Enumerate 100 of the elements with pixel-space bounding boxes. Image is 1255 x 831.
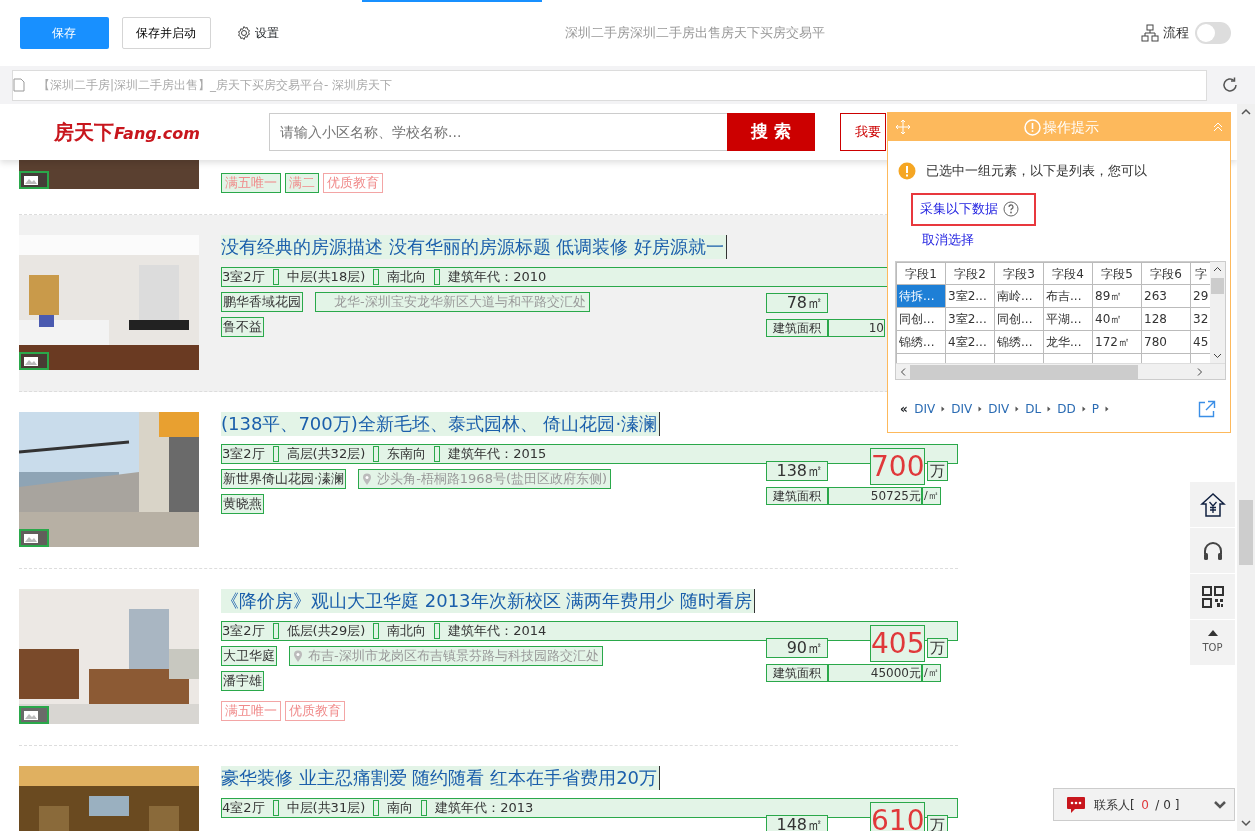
community-name[interactable]: 新世界倚山花园·溱澜 (221, 469, 347, 489)
location-pin-icon (362, 472, 373, 486)
flow-toggle[interactable] (1195, 22, 1231, 44)
headphones-button[interactable] (1190, 528, 1235, 573)
area-label: 建筑面积 (766, 487, 828, 505)
table-cell[interactable]: 3室2... (945, 284, 995, 308)
listing-attribute: 东南向 (387, 445, 428, 463)
listing-attribute: 4室2厅 (222, 799, 266, 817)
location-pin-icon (293, 649, 303, 663)
column-header: 字段5 (1092, 262, 1142, 285)
unit-price: 50725元 (828, 487, 922, 505)
headphones-icon (1201, 539, 1224, 562)
scrollbar-thumb[interactable] (910, 364, 1138, 379)
save-and-start-button[interactable]: 保存并启动 (121, 17, 211, 49)
info-icon (1023, 118, 1041, 136)
listing-title[interactable]: (138平、700万)全新毛坯、泰式园林、 倚山花园·溱澜 (221, 412, 661, 436)
table-cell[interactable]: 平湖... (1043, 307, 1093, 331)
table-cell[interactable]: 南岭... (994, 284, 1044, 308)
total-price: 610 (870, 802, 925, 831)
listing-title[interactable]: 《降价房》观山大卫华庭 2013年次新校区 满两年费用少 随时看房 (221, 589, 755, 613)
breadcrumb-back[interactable]: « (900, 400, 908, 418)
listing-tag: 优质教育 (285, 701, 345, 721)
breadcrumb-item[interactable]: DD (1057, 400, 1076, 418)
table-cell[interactable]: 40㎡ (1092, 307, 1142, 331)
listing-attribute: 南北向 (387, 622, 428, 640)
caret-icon (1015, 406, 1020, 412)
chat-icon (1066, 795, 1086, 814)
breadcrumb-item[interactable]: DL (1025, 400, 1042, 418)
warning-icon (898, 161, 916, 180)
agent-name[interactable]: 鲁不益 (221, 317, 264, 337)
table-cell[interactable]: 锦绣... (994, 330, 1044, 354)
tip-message: 已选中一组元素，以下是列表，您可以 (926, 162, 1147, 180)
caret-icon (978, 406, 983, 412)
table-cell[interactable]: 待拆... (896, 284, 946, 308)
settings-button[interactable]: 设置 (234, 23, 280, 43)
community-name[interactable]: 大卫华庭 (221, 646, 277, 666)
listing-tag: 满二 (285, 173, 319, 193)
community-address: 布吉-深圳市龙岗区布吉镇景芬路与科技园路交汇处 (289, 646, 603, 666)
caret-icon (1104, 406, 1109, 412)
yen-house-button[interactable] (1190, 482, 1235, 527)
column-header: 字段2 (945, 262, 995, 285)
scrollbar-thumb[interactable] (1239, 500, 1253, 565)
agent-name[interactable]: 潘宇雄 (221, 671, 264, 691)
table-cell[interactable]: 780 (1141, 330, 1191, 354)
community-name[interactable]: 鹏华香域花园 (221, 292, 303, 312)
scrollbar-thumb[interactable] (1211, 278, 1224, 294)
listing-title[interactable]: 豪华装修 业主忍痛割爱 随约随看 红本在手省费用20万 (221, 766, 661, 790)
listing-attribute: 建筑年代：2013 (435, 799, 535, 817)
listing-attribute: 3室2厅 (222, 268, 266, 286)
cancel-selection-link[interactable]: 取消选择 (922, 231, 974, 247)
page-title: 深圳二手房深圳二手房出售房天下买房交易平 (564, 24, 825, 43)
qr-code-icon (1201, 585, 1224, 608)
contact-label: 联系人[ (1094, 796, 1135, 814)
price-unit: 万 (927, 638, 948, 658)
search-button[interactable]: 搜 索 (727, 113, 815, 151)
listing-title[interactable]: 没有经典的房源描述 没有华丽的房源标题 低调装修 好房源就一 (221, 235, 728, 259)
help-icon[interactable] (1002, 201, 1019, 217)
contact-bar[interactable]: 联系人[ 0 / 0 ] (1053, 788, 1235, 821)
table-cell[interactable]: 龙华... (1043, 330, 1093, 354)
breadcrumb-item[interactable]: DIV (951, 400, 973, 418)
flowchart-icon (1141, 24, 1160, 42)
collect-data-link[interactable]: 采集以下数据 (919, 199, 998, 219)
table-cell[interactable]: 锦绣... (896, 330, 946, 354)
caret-icon (1207, 630, 1218, 637)
unit-price: 10 (828, 319, 885, 337)
table-cell[interactable]: 89㎡ (1092, 284, 1142, 308)
listing-attribute: 建筑年代：2014 (448, 622, 548, 640)
table-cell[interactable]: 布吉... (1043, 284, 1093, 308)
external-link-icon[interactable] (1198, 400, 1216, 418)
scrollbar[interactable] (1237, 104, 1255, 831)
table-cell[interactable]: 4室2... (945, 330, 995, 354)
breadcrumb-item[interactable]: DIV (988, 400, 1010, 418)
unit-suffix: /㎡ (922, 664, 941, 682)
table-cell[interactable]: 172㎡ (1092, 330, 1142, 354)
chevron-down-icon[interactable] (1214, 799, 1226, 810)
table-cell[interactable]: 同创... (994, 307, 1044, 331)
back-to-top-button[interactable]: TOP (1190, 620, 1235, 665)
breadcrumb-item[interactable]: P (1091, 400, 1099, 418)
table-cell[interactable]: 3室2... (945, 307, 995, 331)
listing-attribute: 3室2厅 (222, 622, 266, 640)
listing-tag: 优质教育 (323, 173, 383, 193)
qr-code-button[interactable] (1190, 574, 1235, 619)
search-field[interactable]: 请输入小区名称、学校名称... (269, 113, 727, 151)
breadcrumb-item[interactable]: DIV (914, 400, 936, 418)
caret-icon (941, 406, 946, 412)
table-cell[interactable]: 同创... (896, 307, 946, 331)
table-cell[interactable]: 263 (1141, 284, 1191, 308)
refresh-icon[interactable] (1221, 76, 1239, 94)
listing-tag: 满五唯一 (221, 701, 281, 721)
floor-area: 148㎡ (766, 815, 828, 831)
yen-house-icon (1199, 491, 1226, 518)
area-label: 建筑面积 (766, 664, 828, 682)
agent-name[interactable]: 黄晓燕 (221, 494, 264, 514)
contact-total: / 0 ] (1155, 796, 1180, 814)
listing-attribute: 南北向 (387, 268, 428, 286)
column-header: 字段3 (994, 262, 1044, 285)
column-header: 字段1 (896, 262, 946, 285)
table-cell[interactable]: 128 (1141, 307, 1191, 331)
sell-button[interactable]: 我要 (840, 113, 886, 151)
site-logo[interactable]: 房天下Fang.com (54, 117, 269, 147)
